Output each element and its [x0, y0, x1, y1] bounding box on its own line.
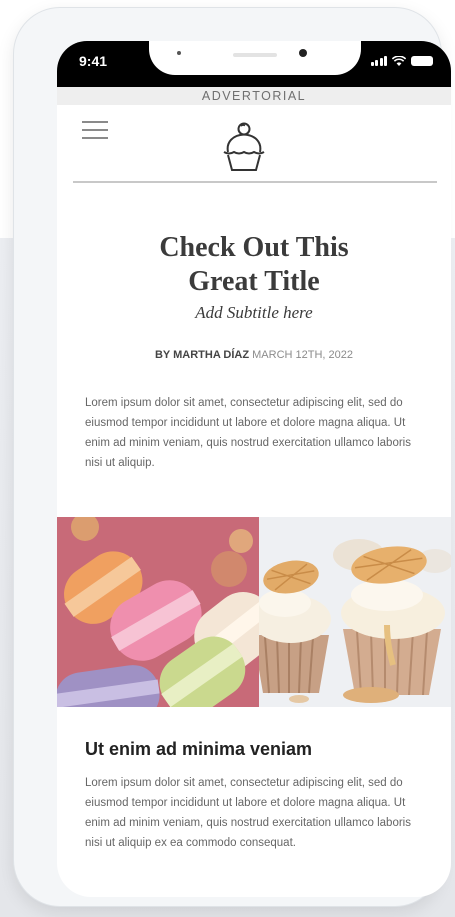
byline-author: BY MARTHA DÍAZ	[154, 349, 250, 361]
article-title: Check Out This Great Title	[57, 231, 451, 299]
article-subtitle: Add Subtitle here	[195, 303, 313, 322]
battery-icon	[411, 56, 433, 66]
status-icons	[370, 56, 433, 66]
body-paragraph: Lorem ipsum dolor sit amet, consectetur …	[85, 777, 411, 849]
article-title-line-2: Great Title	[188, 266, 320, 297]
header-divider	[73, 181, 437, 183]
advertorial-label: ADVERTORIAL	[57, 87, 451, 105]
cupcake-logo-icon[interactable]	[220, 122, 268, 174]
phone-frame: 9:41 ADVERTORIAL Check Out This Great Ti…	[14, 8, 451, 906]
intro-paragraph: Lorem ipsum dolor sit amet, consectetur …	[85, 397, 411, 469]
signal-icon	[370, 56, 387, 66]
wifi-icon	[392, 56, 406, 66]
phone-notch	[149, 41, 361, 75]
notch-sensor-dot	[177, 51, 181, 55]
section-heading: Ut enim ad minima veniam	[85, 739, 313, 759]
status-time: 9:41	[79, 53, 108, 69]
byline-date: MARCH 12TH, 2022	[252, 349, 354, 361]
article-title-line-1: Check Out This	[159, 232, 349, 263]
macarons-photo	[57, 517, 259, 707]
hamburger-menu-icon[interactable]	[82, 121, 108, 139]
notch-speaker	[233, 53, 277, 57]
status-bar: 9:41	[57, 41, 451, 87]
article-byline: BY MARTHA DÍAZ MARCH 12TH, 2022	[57, 349, 451, 361]
phone-screen: 9:41 ADVERTORIAL Check Out This Great Ti…	[57, 41, 451, 897]
cupcakes-photo	[259, 517, 451, 707]
image-row	[57, 517, 451, 707]
front-camera-icon	[299, 49, 307, 57]
